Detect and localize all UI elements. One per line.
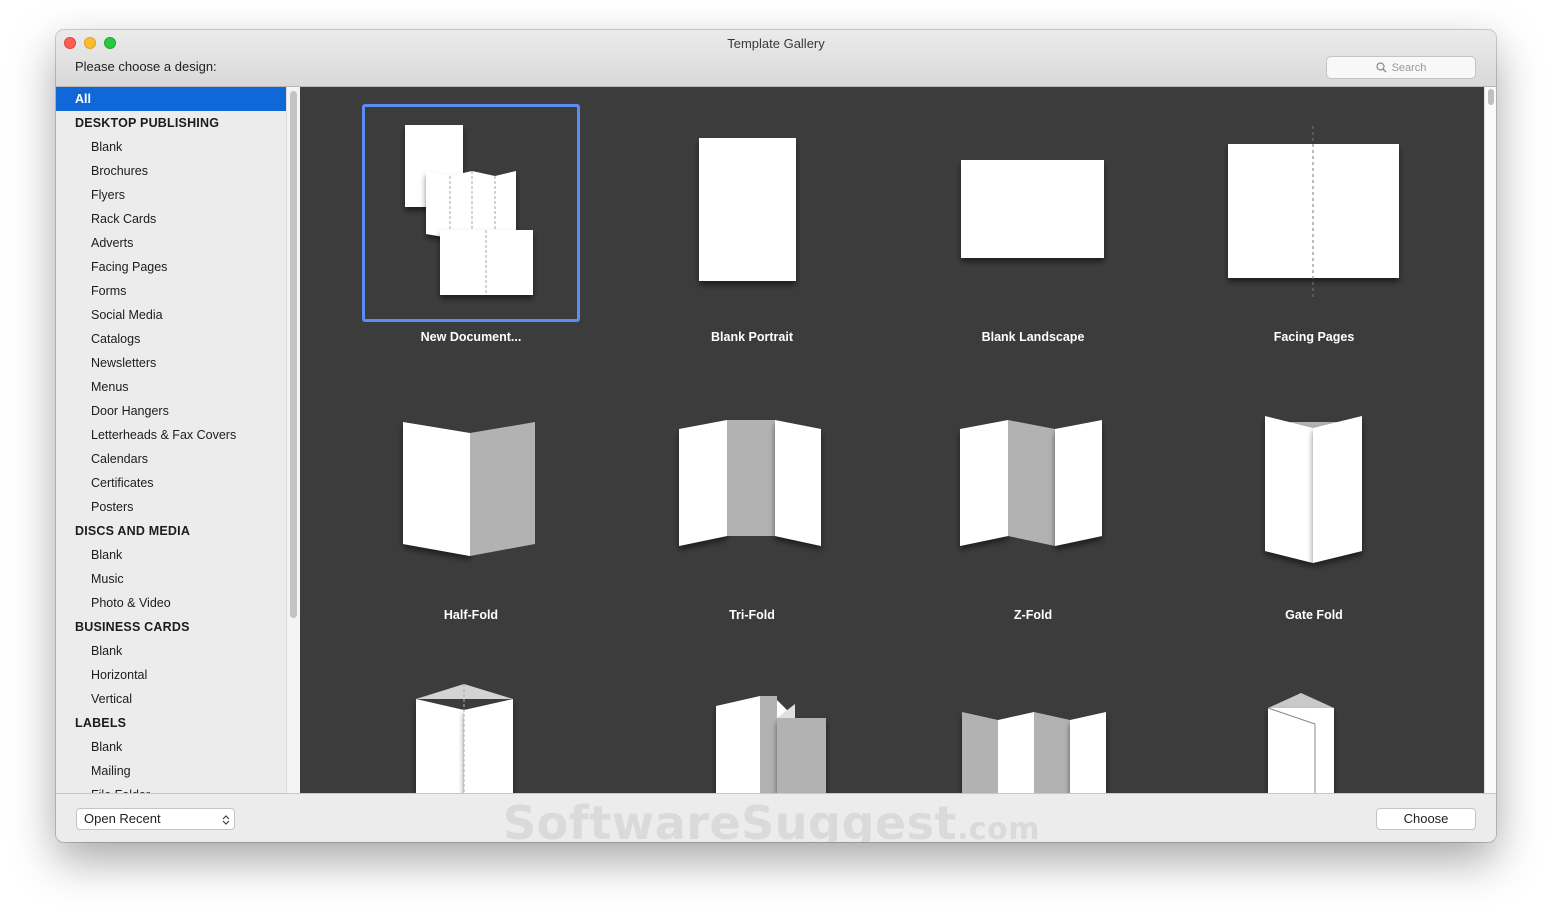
watermark-text: SoftwareSuggest — [503, 796, 957, 842]
template-accordion-fold[interactable] — [862, 643, 1143, 793]
sidebar-item-social-media[interactable]: Social Media — [56, 303, 286, 327]
template-thumbnail[interactable] — [643, 104, 861, 322]
sidebar-item-flyers[interactable]: Flyers — [56, 183, 286, 207]
template-thumbnail[interactable] — [1205, 382, 1423, 600]
search-placeholder: Search — [1391, 61, 1427, 74]
vertical-half-fold-icon — [416, 684, 513, 793]
half-fold-icon — [403, 422, 535, 556]
template-vertical-half-fold[interactable] — [300, 643, 581, 793]
template-thumbnail[interactable] — [924, 382, 1142, 600]
template-tri-fold[interactable]: Tri-Fold — [581, 365, 862, 643]
sidebar-item-newsletters[interactable]: Newsletters — [56, 351, 286, 375]
sidebar-item-brochures[interactable]: Brochures — [56, 159, 286, 183]
sidebar-item-horizontal[interactable]: Horizontal — [56, 663, 286, 687]
sidebar-item-letterheads-fax-covers[interactable]: Letterheads & Fax Covers — [56, 423, 286, 447]
sidebar-item-blank[interactable]: Blank — [56, 735, 286, 759]
chevron-updown-icon — [222, 815, 230, 825]
sidebar-section-labels[interactable]: LABELS — [56, 711, 286, 735]
template-half-fold[interactable]: Half-Fold — [300, 365, 581, 643]
sidebar-item-music[interactable]: Music — [56, 567, 286, 591]
template-thumbnail[interactable] — [362, 660, 580, 793]
template-blank-landscape[interactable]: Blank Landscape — [862, 87, 1143, 365]
template-label: Blank Landscape — [981, 330, 1085, 344]
sidebar-item-menus[interactable]: Menus — [56, 375, 286, 399]
sidebar-section-business-cards[interactable]: BUSINESS CARDS — [56, 615, 286, 639]
sidebar-item-photo-video[interactable]: Photo & Video — [56, 591, 286, 615]
template-thumbnail[interactable] — [1205, 104, 1423, 322]
sidebar-item-blank[interactable]: Blank — [56, 543, 286, 567]
sidebar-item-blank[interactable]: Blank — [56, 135, 286, 159]
search-icon — [1375, 62, 1387, 73]
facing-pages-icon — [1228, 126, 1399, 298]
choose-button[interactable]: Choose — [1376, 808, 1476, 830]
sidebar-item-facing-pages[interactable]: Facing Pages — [56, 255, 286, 279]
sidebar-item-vertical[interactable]: Vertical — [56, 687, 286, 711]
template-grid: New Document... Blank Portrait Blank Lands… — [300, 87, 1484, 793]
gallery-scrollbar[interactable] — [1484, 87, 1496, 793]
template-label: Blank Portrait — [711, 330, 793, 344]
sidebar-item-calendars[interactable]: Calendars — [56, 447, 286, 471]
template-facing-pages[interactable]: Facing Pages — [1143, 87, 1424, 365]
sidebar-section-discs-and-media[interactable]: DISCS AND MEDIA — [56, 519, 286, 543]
template-label: Tri-Fold — [729, 608, 775, 622]
watermark: SoftwareSuggest.com — [503, 796, 1040, 842]
new-document-icon — [405, 125, 533, 295]
sidebar-section-desktop-publishing[interactable]: DESKTOP PUBLISHING — [56, 111, 286, 135]
sidebar-item-catalogs[interactable]: Catalogs — [56, 327, 286, 351]
blank-portrait-icon — [699, 138, 796, 281]
sidebar-item-adverts[interactable]: Adverts — [56, 231, 286, 255]
sidebar-item-certificates[interactable]: Certificates — [56, 471, 286, 495]
gate-fold-icon — [1265, 416, 1362, 563]
sidebar-item-rack-cards[interactable]: Rack Cards — [56, 207, 286, 231]
sidebar-scroll-thumb[interactable] — [290, 91, 297, 618]
roll-fold-icon — [716, 696, 826, 793]
template-z-fold[interactable]: Z-Fold — [862, 365, 1143, 643]
template-label: Gate Fold — [1285, 608, 1343, 622]
template-gallery-window: Template Gallery Please choose a design:… — [56, 30, 1496, 842]
title-bar: Template Gallery Please choose a design:… — [56, 30, 1496, 87]
open-recent-label: Open Recent — [84, 811, 161, 826]
gallery-scroll-thumb[interactable] — [1488, 89, 1494, 105]
template-thumbnail[interactable] — [1205, 660, 1423, 793]
category-sidebar: All DESKTOP PUBLISHING Blank Brochures Flyer… — [56, 87, 286, 793]
template-thumbnail[interactable] — [362, 104, 580, 322]
tent-fold-icon — [1267, 693, 1334, 793]
template-label: New Document... — [420, 330, 522, 344]
template-roll-fold[interactable] — [581, 643, 862, 793]
template-thumbnail[interactable] — [924, 104, 1142, 322]
search-field[interactable]: Search — [1326, 56, 1476, 79]
window-title: Template Gallery — [727, 36, 825, 51]
z-fold-icon — [960, 420, 1102, 546]
template-thumbnail[interactable] — [924, 660, 1142, 793]
choose-design-prompt: Please choose a design: — [75, 59, 217, 74]
template-thumbnail[interactable] — [643, 382, 861, 600]
template-thumbnail[interactable] — [643, 660, 861, 793]
sidebar-item-posters[interactable]: Posters — [56, 495, 286, 519]
open-recent-popup[interactable]: Open Recent — [76, 808, 235, 830]
template-thumbnail[interactable] — [362, 382, 580, 600]
template-label: Z-Fold — [1013, 608, 1053, 622]
sidebar-item-door-hangers[interactable]: Door Hangers — [56, 399, 286, 423]
sidebar-item-mailing[interactable]: Mailing — [56, 759, 286, 783]
sidebar-item-forms[interactable]: Forms — [56, 279, 286, 303]
template-label: Facing Pages — [1273, 330, 1355, 344]
tri-fold-icon — [679, 420, 821, 546]
template-gate-fold[interactable]: Gate Fold — [1143, 365, 1424, 643]
sidebar-item-file-folder[interactable]: File Folder — [56, 783, 286, 793]
sidebar-item-blank[interactable]: Blank — [56, 639, 286, 663]
sidebar-item-all[interactable]: All — [56, 87, 286, 111]
template-new-document[interactable]: New Document... — [300, 87, 581, 365]
accordion-fold-icon — [962, 712, 1106, 793]
sidebar-scrollbar[interactable] — [286, 87, 300, 793]
template-label: Half-Fold — [443, 608, 499, 622]
template-blank-portrait[interactable]: Blank Portrait — [581, 87, 862, 365]
watermark-suffix: .com — [956, 812, 1041, 842]
blank-landscape-icon — [961, 160, 1104, 258]
template-tent-fold[interactable] — [1143, 643, 1424, 793]
